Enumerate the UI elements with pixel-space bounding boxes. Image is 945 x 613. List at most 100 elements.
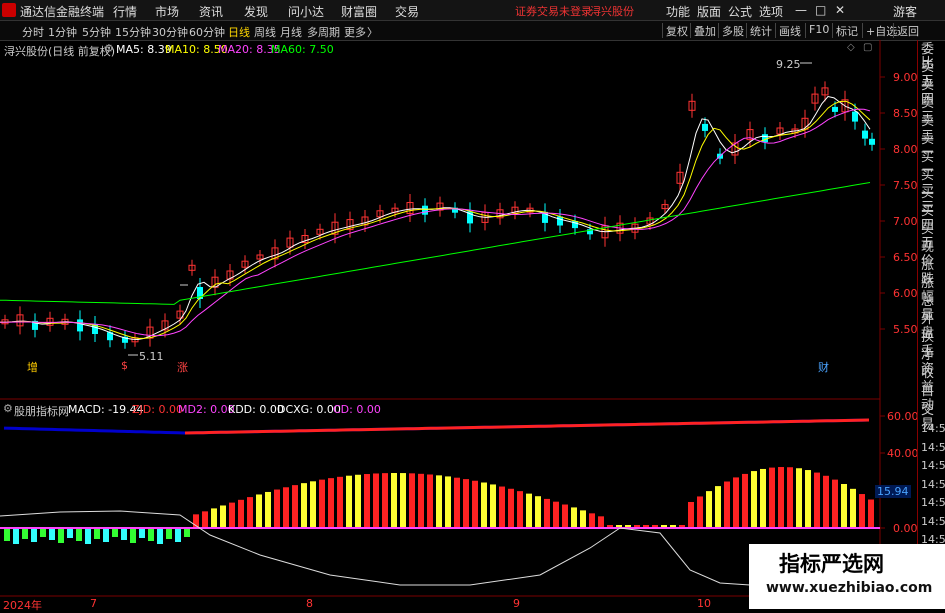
histogram-bar [634, 525, 640, 527]
minimize-button[interactable]: — [795, 3, 807, 17]
histogram-bar [580, 510, 586, 527]
histogram-bar [508, 488, 514, 527]
menu-xuanxiang[interactable]: 选项 [759, 3, 783, 20]
histogram-bar [157, 529, 163, 544]
histogram-bar [202, 511, 208, 527]
histogram-bar [283, 487, 289, 527]
login-status[interactable]: 证券交易未登录 [515, 3, 592, 19]
histogram-bar [796, 468, 802, 527]
histogram-bar [328, 478, 334, 527]
period-weekly[interactable]: 周线 [254, 24, 276, 40]
marker-zeng[interactable]: 增 [27, 359, 38, 375]
histogram-bar [427, 474, 433, 527]
marker-dollar[interactable]: $ [121, 359, 128, 372]
price-label-750: 7.50 [893, 179, 918, 192]
histogram-bar [40, 529, 46, 537]
histogram-bar [103, 529, 109, 542]
histogram-bar [616, 525, 622, 527]
candlestick-group [1, 81, 875, 349]
candle-body [869, 138, 875, 145]
histogram-bar [742, 473, 748, 527]
kdd-value: KDD: 0.00 [228, 403, 284, 416]
histogram-bar [391, 473, 397, 527]
histogram-bar [517, 491, 523, 527]
histogram-bar [751, 471, 757, 527]
menu-gongshi[interactable]: 公式 [728, 3, 752, 20]
histogram-bar [769, 467, 775, 527]
dcxg-value: DCXG: 0.00 [277, 403, 341, 416]
histogram-bar [112, 529, 118, 537]
price-label-550: 5.50 [893, 323, 918, 336]
histogram-bar [859, 494, 865, 527]
draw-line-button[interactable]: 画线 [775, 23, 801, 38]
histogram-bar [481, 482, 487, 527]
period-multi[interactable]: 多周期 [307, 24, 340, 40]
indicator-name[interactable]: 股朋指标网 [14, 403, 69, 419]
period-fenshi[interactable]: 分时 [22, 24, 44, 40]
back-button[interactable]: 返回 [893, 23, 919, 38]
x-label-9: 9 [513, 597, 520, 610]
indicator-gear-icon[interactable]: ⚙ [3, 402, 13, 415]
menu-faxian[interactable]: 发现 [244, 3, 268, 20]
price-ticks [880, 76, 885, 529]
histogram-bar [661, 525, 667, 527]
menu-zixun[interactable]: 资讯 [199, 3, 223, 20]
period-15min[interactable]: 15分钟 [115, 24, 151, 40]
histogram-bar [535, 496, 541, 527]
trend-line-red [184, 418, 870, 435]
price-label-900: 9.00 [893, 71, 918, 84]
ma20-line [0, 108, 871, 337]
menu-shichang[interactable]: 市场 [155, 3, 179, 20]
period-more[interactable]: 更多 [344, 24, 366, 40]
histogram-bar [778, 467, 784, 527]
histogram-bar [823, 475, 829, 527]
histogram-bar [805, 470, 811, 527]
marker-zhang[interactable]: 涨 [177, 359, 188, 375]
kline-chart[interactable] [0, 40, 915, 609]
menu-jiaoyi[interactable]: 交易 [395, 3, 419, 20]
period-1min[interactable]: 1分钟 [48, 24, 77, 40]
mark-button[interactable]: 标记 [832, 23, 858, 38]
watermark: 指标严选网 www.xuezhibiao.com [749, 544, 945, 609]
f10-button[interactable]: F10 [805, 23, 829, 38]
period-5min[interactable]: 5分钟 [82, 24, 111, 40]
statistics-button[interactable]: 统计 [746, 23, 772, 38]
watermark-url: www.xuezhibiao.com [766, 580, 933, 596]
multi-stock-button[interactable]: 多股 [718, 23, 744, 38]
close-button[interactable]: ✕ [835, 3, 845, 17]
histogram-bar [319, 479, 325, 527]
histogram-bar [166, 529, 172, 539]
more-chevron-icon[interactable]: 〉 [367, 24, 378, 40]
time-item-7: 14:56 [921, 514, 945, 528]
histogram-bar [454, 477, 460, 527]
marker-cai[interactable]: 财 [818, 359, 829, 375]
menu-wenxiaoda[interactable]: 问小达 [288, 3, 324, 20]
guest-label[interactable]: 游客 [893, 3, 917, 20]
fuquan-button[interactable]: 复权 [662, 23, 688, 38]
watermark-title: 指标严选网 [779, 552, 884, 576]
menu-hangqing[interactable]: 行情 [113, 3, 137, 20]
histogram-bar [733, 477, 739, 527]
price-label-800: 8.00 [893, 143, 918, 156]
histogram-bar [706, 491, 712, 527]
overlay-button[interactable]: 叠加 [690, 23, 716, 38]
histogram-bar [598, 516, 604, 527]
histogram-bar [643, 525, 649, 527]
histogram-bar [4, 529, 10, 541]
histogram-bar [31, 529, 37, 542]
cd-value: CD: 0.00 [333, 403, 381, 416]
menu-gongneng[interactable]: 功能 [666, 3, 690, 20]
period-monthly[interactable]: 月线 [280, 24, 302, 40]
time-item-5: 14:56 [921, 477, 945, 491]
histogram-bar [526, 493, 532, 527]
maximize-button[interactable]: □ [815, 3, 826, 17]
period-daily[interactable]: 日线 [228, 24, 250, 40]
ind-axis-40: 40.00 [887, 447, 919, 460]
add-watchlist-button[interactable]: +自选 [862, 23, 897, 38]
menu-banmian[interactable]: 版面 [697, 3, 721, 20]
period-60min[interactable]: 60分钟 [189, 24, 225, 40]
menu-caifuquan[interactable]: 财富圈 [341, 3, 377, 20]
ind-axis-60: 60.00 [887, 410, 919, 423]
histogram-bar [760, 468, 766, 527]
period-30min[interactable]: 30分钟 [152, 24, 188, 40]
